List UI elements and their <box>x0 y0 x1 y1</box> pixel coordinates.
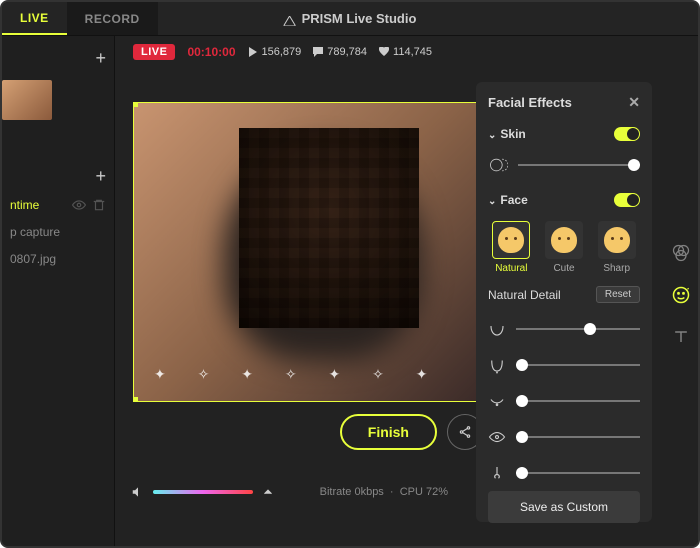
play-count: 156,879 <box>248 46 302 58</box>
finish-row: Finish <box>133 414 483 450</box>
face-section-label: Face <box>500 193 527 207</box>
detail-jaw <box>488 320 640 338</box>
nose-slider[interactable] <box>516 472 640 474</box>
add-source-button[interactable]: + <box>95 166 106 187</box>
tab-live[interactable]: LIVE <box>2 2 67 35</box>
face-preset-list: Natural Cute Sharp <box>488 221 640 274</box>
mouth-slider[interactable] <box>516 400 640 402</box>
play-count-value: 156,879 <box>262 46 302 58</box>
detail-nose <box>488 464 640 482</box>
source-row[interactable]: 0807.jpg <box>2 246 114 272</box>
source-label: ntime <box>10 198 39 212</box>
face-preset-sharp[interactable]: Sharp <box>593 221 640 274</box>
face-icon <box>498 227 524 253</box>
face-blur-region <box>239 128 419 328</box>
finish-button[interactable]: Finish <box>340 414 437 450</box>
app-window: LIVE RECORD PRISM Live Studio + + ntime … <box>0 0 700 548</box>
text-overlay-icon[interactable] <box>670 326 692 348</box>
detail-eye <box>488 428 640 446</box>
close-icon[interactable]: ✕ <box>628 94 640 111</box>
app-header: LIVE RECORD PRISM Live Studio <box>2 2 698 36</box>
nose-icon <box>488 464 506 482</box>
source-row[interactable]: ntime <box>2 192 114 218</box>
chin-icon <box>488 356 506 374</box>
face-toggle[interactable] <box>614 193 640 207</box>
face-preset-cute[interactable]: Cute <box>541 221 588 274</box>
app-title: PRISM Live Studio <box>284 11 417 26</box>
comment-count: 789,784 <box>313 46 367 58</box>
prism-logo-icon <box>284 14 296 24</box>
visibility-icon[interactable] <box>72 198 86 212</box>
chevron-down-icon[interactable]: ⌄ <box>488 196 496 207</box>
face-icon <box>551 227 577 253</box>
face-preset-label: Natural <box>488 263 535 274</box>
detail-title: Natural Detail <box>488 288 561 302</box>
source-row[interactable]: p capture <box>2 219 114 245</box>
panel-title: Facial Effects <box>488 95 572 110</box>
chevron-down-icon[interactable]: ⌄ <box>488 130 496 141</box>
volume-icon[interactable] <box>131 485 145 499</box>
face-icon <box>604 227 630 253</box>
facial-effects-panel: Facial Effects ✕ ⌄ Skin ⌄ Face Natural Cut… <box>476 82 652 522</box>
sidebar: + + ntime p capture 0807.jpg <box>2 36 115 546</box>
face-preset-natural[interactable]: Natural <box>488 221 535 274</box>
color-filter-icon[interactable] <box>670 242 692 264</box>
detail-chin <box>488 356 640 374</box>
add-scene-button[interactable]: + <box>95 48 106 69</box>
mouth-icon <box>488 392 506 410</box>
delete-icon[interactable] <box>92 198 106 212</box>
reset-button[interactable]: Reset <box>596 286 640 303</box>
detail-mouth <box>488 392 640 410</box>
face-preset-label: Sharp <box>593 263 640 274</box>
preview-canvas[interactable] <box>133 102 483 402</box>
jaw-icon <box>488 320 506 338</box>
skin-toggle[interactable] <box>614 127 640 141</box>
scene-thumbnail[interactable] <box>2 80 52 120</box>
right-tool-rail <box>670 242 692 348</box>
mode-tabs: LIVE RECORD <box>2 2 158 35</box>
face-preset-label: Cute <box>541 263 588 274</box>
skin-section-label: Skin <box>500 127 525 141</box>
facial-effects-icon[interactable] <box>670 284 692 306</box>
volume-expand-icon[interactable] <box>261 485 275 499</box>
skin-smoothing-icon <box>488 155 508 175</box>
comment-count-value: 789,784 <box>327 46 367 58</box>
chin-slider[interactable] <box>516 364 640 366</box>
eye-icon <box>488 428 506 446</box>
like-count: 114,745 <box>379 46 432 58</box>
cpu-readout: CPU 72% <box>400 486 448 498</box>
tab-record[interactable]: RECORD <box>67 2 158 35</box>
like-count-value: 114,745 <box>393 46 432 58</box>
resize-handle[interactable] <box>133 102 138 107</box>
volume-slider[interactable] <box>153 490 253 494</box>
app-title-text: PRISM Live Studio <box>302 11 417 26</box>
resize-handle[interactable] <box>133 397 138 402</box>
live-badge: LIVE <box>133 44 175 60</box>
jaw-slider[interactable] <box>516 328 640 330</box>
eye-slider[interactable] <box>516 436 640 438</box>
save-custom-button[interactable]: Save as Custom <box>488 491 640 523</box>
skin-slider[interactable] <box>518 164 640 166</box>
elapsed-time: 00:10:00 <box>187 45 235 59</box>
bitrate-readout: Bitrate 0kbps <box>320 486 384 498</box>
stream-stats-bar: LIVE 00:10:00 156,879 789,784 114,745 <box>115 36 698 68</box>
